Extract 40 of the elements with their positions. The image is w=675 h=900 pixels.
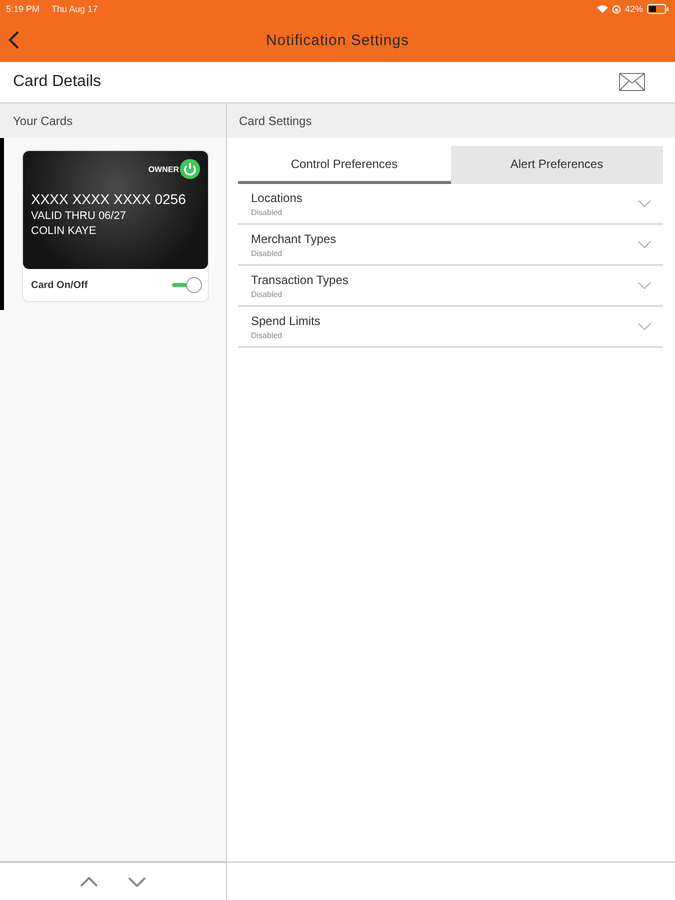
chevron-up-icon xyxy=(80,876,98,886)
section-title: Card Details xyxy=(13,73,102,91)
expand-button[interactable] xyxy=(638,200,651,207)
battery-icon xyxy=(647,4,669,14)
expand-button[interactable] xyxy=(638,282,651,289)
card-number: XXXX XXXX XXXX 0256 xyxy=(31,191,187,207)
chevron-down-icon xyxy=(638,282,651,289)
owner-label: OWNER xyxy=(148,164,179,174)
wifi-icon xyxy=(596,5,608,13)
chevron-down-icon xyxy=(128,876,146,886)
envelope-icon xyxy=(619,73,645,91)
setting-name: Spend Limits xyxy=(251,314,322,328)
status-date: Thu Aug 17 xyxy=(52,4,98,14)
setting-status: Disabled xyxy=(251,330,284,340)
scroll-up-button[interactable] xyxy=(80,876,98,886)
scroll-down-button[interactable] xyxy=(128,876,146,886)
chevron-down-icon xyxy=(638,323,651,330)
expand-button[interactable] xyxy=(638,323,651,330)
mail-button[interactable] xyxy=(619,73,645,91)
column-header: Card Settings xyxy=(227,104,675,138)
card-toggle[interactable] xyxy=(172,277,202,293)
card-expiry: VALID THRU 06/27 xyxy=(31,210,127,222)
screen-title: Notification Settings xyxy=(266,32,410,48)
setting-status: Disabled xyxy=(251,208,284,216)
card-holder: COLIN KAYE xyxy=(31,225,98,237)
column-header: Your Cards xyxy=(0,104,226,138)
tab[interactable]: Alert Preferences xyxy=(450,146,663,184)
status-time: 5:19 PM xyxy=(6,4,40,14)
setting-name: Transaction Types xyxy=(251,272,350,286)
setting-name: Locations xyxy=(251,190,304,204)
chevron-down-icon xyxy=(638,200,651,207)
setting-status: Disabled xyxy=(251,290,284,298)
setting-status: Disabled xyxy=(251,248,284,258)
toggle-label: Card On/Off xyxy=(31,280,88,290)
chevron-down-icon xyxy=(638,241,651,248)
chevron-left-icon xyxy=(8,31,20,49)
battery-percent: 42% xyxy=(624,4,643,14)
power-icon xyxy=(180,159,200,179)
expand-button[interactable] xyxy=(638,241,651,248)
setting-name: Merchant Types xyxy=(251,232,338,246)
